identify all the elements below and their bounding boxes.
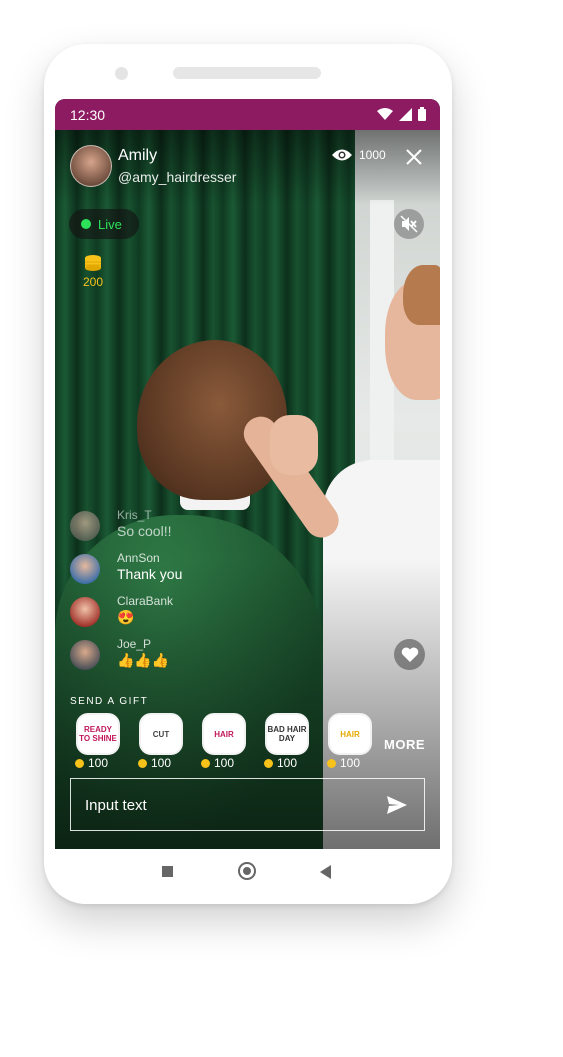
chat-text: Thank you	[117, 566, 183, 582]
gift-price: 100	[201, 756, 234, 770]
coin-stack-icon	[85, 255, 101, 271]
eye-icon	[332, 149, 352, 161]
phone-screen: 12:30 Amily @amy_hairdresser 1000 Live 2…	[55, 99, 440, 849]
more-gifts-button[interactable]: MORE	[384, 737, 425, 752]
chat-text: 👍👍👍	[117, 652, 170, 668]
gift-sticker: BAD HAIR DAY	[265, 713, 309, 755]
chat-username: AnnSon	[117, 551, 160, 565]
front-camera	[115, 67, 128, 80]
viewer-count: 1000	[331, 148, 386, 162]
chat-text: 😍	[117, 609, 135, 625]
coin-balance[interactable]: 200	[81, 254, 105, 289]
mute-button[interactable]	[394, 209, 424, 239]
chat-username: Kris_T	[117, 508, 152, 522]
gift-price: 100	[264, 756, 297, 770]
back-icon[interactable]	[320, 865, 331, 879]
gift-item[interactable]: HAIR 100	[196, 713, 252, 773]
gift-sticker: READY TO SHINE	[76, 713, 120, 755]
gift-price-value: 100	[340, 756, 361, 770]
chat-username: Joe_P	[117, 637, 152, 651]
coin-icon	[327, 758, 336, 768]
gift-price: 100	[138, 756, 171, 770]
coin-amount: 200	[82, 275, 104, 289]
viewer-count-value: 1000	[359, 148, 386, 162]
status-time: 12:30	[70, 107, 106, 123]
home-icon[interactable]	[238, 862, 256, 880]
stylist-hand	[270, 415, 318, 475]
live-video[interactable]: Amily @amy_hairdresser 1000 Live 200 Kri…	[55, 130, 440, 849]
gift-sticker: HAIR	[202, 713, 246, 755]
earpiece-speaker	[173, 67, 321, 79]
comment-input-container	[70, 778, 425, 831]
gift-item[interactable]: CUT 100	[133, 713, 189, 773]
gift-price-value: 100	[277, 756, 298, 770]
chat-avatar[interactable]	[70, 511, 100, 541]
chat-text: So cool!!	[117, 523, 172, 539]
gift-price: 100	[327, 756, 360, 770]
streamer-name: Amily	[118, 147, 158, 164]
coin-icon	[75, 758, 84, 768]
gift-item[interactable]: READY TO SHINE 100	[70, 713, 126, 773]
live-dot-icon	[81, 219, 91, 229]
stylist-hair	[403, 265, 440, 325]
heart-icon	[401, 646, 418, 662]
send-icon[interactable]	[386, 794, 408, 816]
gift-price-value: 100	[151, 756, 172, 770]
close-icon[interactable]	[405, 148, 423, 166]
gift-item[interactable]: HAIR 100	[322, 713, 378, 773]
streamer-profile[interactable]: Amily @amy_hairdresser	[70, 145, 236, 187]
chat-avatar[interactable]	[70, 640, 100, 670]
gift-item[interactable]: BAD HAIR DAY 100	[259, 713, 315, 773]
live-label: Live	[98, 216, 122, 232]
chat-username: ClaraBank	[117, 594, 174, 608]
comment-input[interactable]	[85, 793, 365, 817]
gift-price-value: 100	[88, 756, 109, 770]
live-badge: Live	[69, 209, 139, 239]
battery-icon	[418, 107, 426, 121]
gift-section-title: SEND A GIFT	[70, 696, 149, 707]
recents-icon[interactable]	[162, 866, 173, 877]
wifi-icon	[377, 107, 393, 120]
coin-icon	[201, 758, 210, 768]
signal-icon	[399, 107, 412, 121]
gift-sticker: HAIR	[328, 713, 372, 755]
gift-price: 100	[75, 756, 108, 770]
android-nav-bar	[55, 849, 440, 895]
top-gradient	[55, 130, 440, 205]
chat-avatar[interactable]	[70, 597, 100, 627]
streamer-avatar[interactable]	[70, 145, 112, 187]
streamer-handle: @amy_hairdresser	[118, 169, 237, 185]
coin-icon	[264, 758, 273, 768]
gift-price-value: 100	[214, 756, 235, 770]
status-icons	[377, 107, 426, 121]
chat-avatar[interactable]	[70, 554, 100, 584]
coin-icon	[138, 758, 147, 768]
gift-sticker: CUT	[139, 713, 183, 755]
volume-off-icon	[400, 215, 418, 233]
like-button[interactable]	[394, 639, 425, 670]
status-bar: 12:30	[55, 99, 440, 130]
